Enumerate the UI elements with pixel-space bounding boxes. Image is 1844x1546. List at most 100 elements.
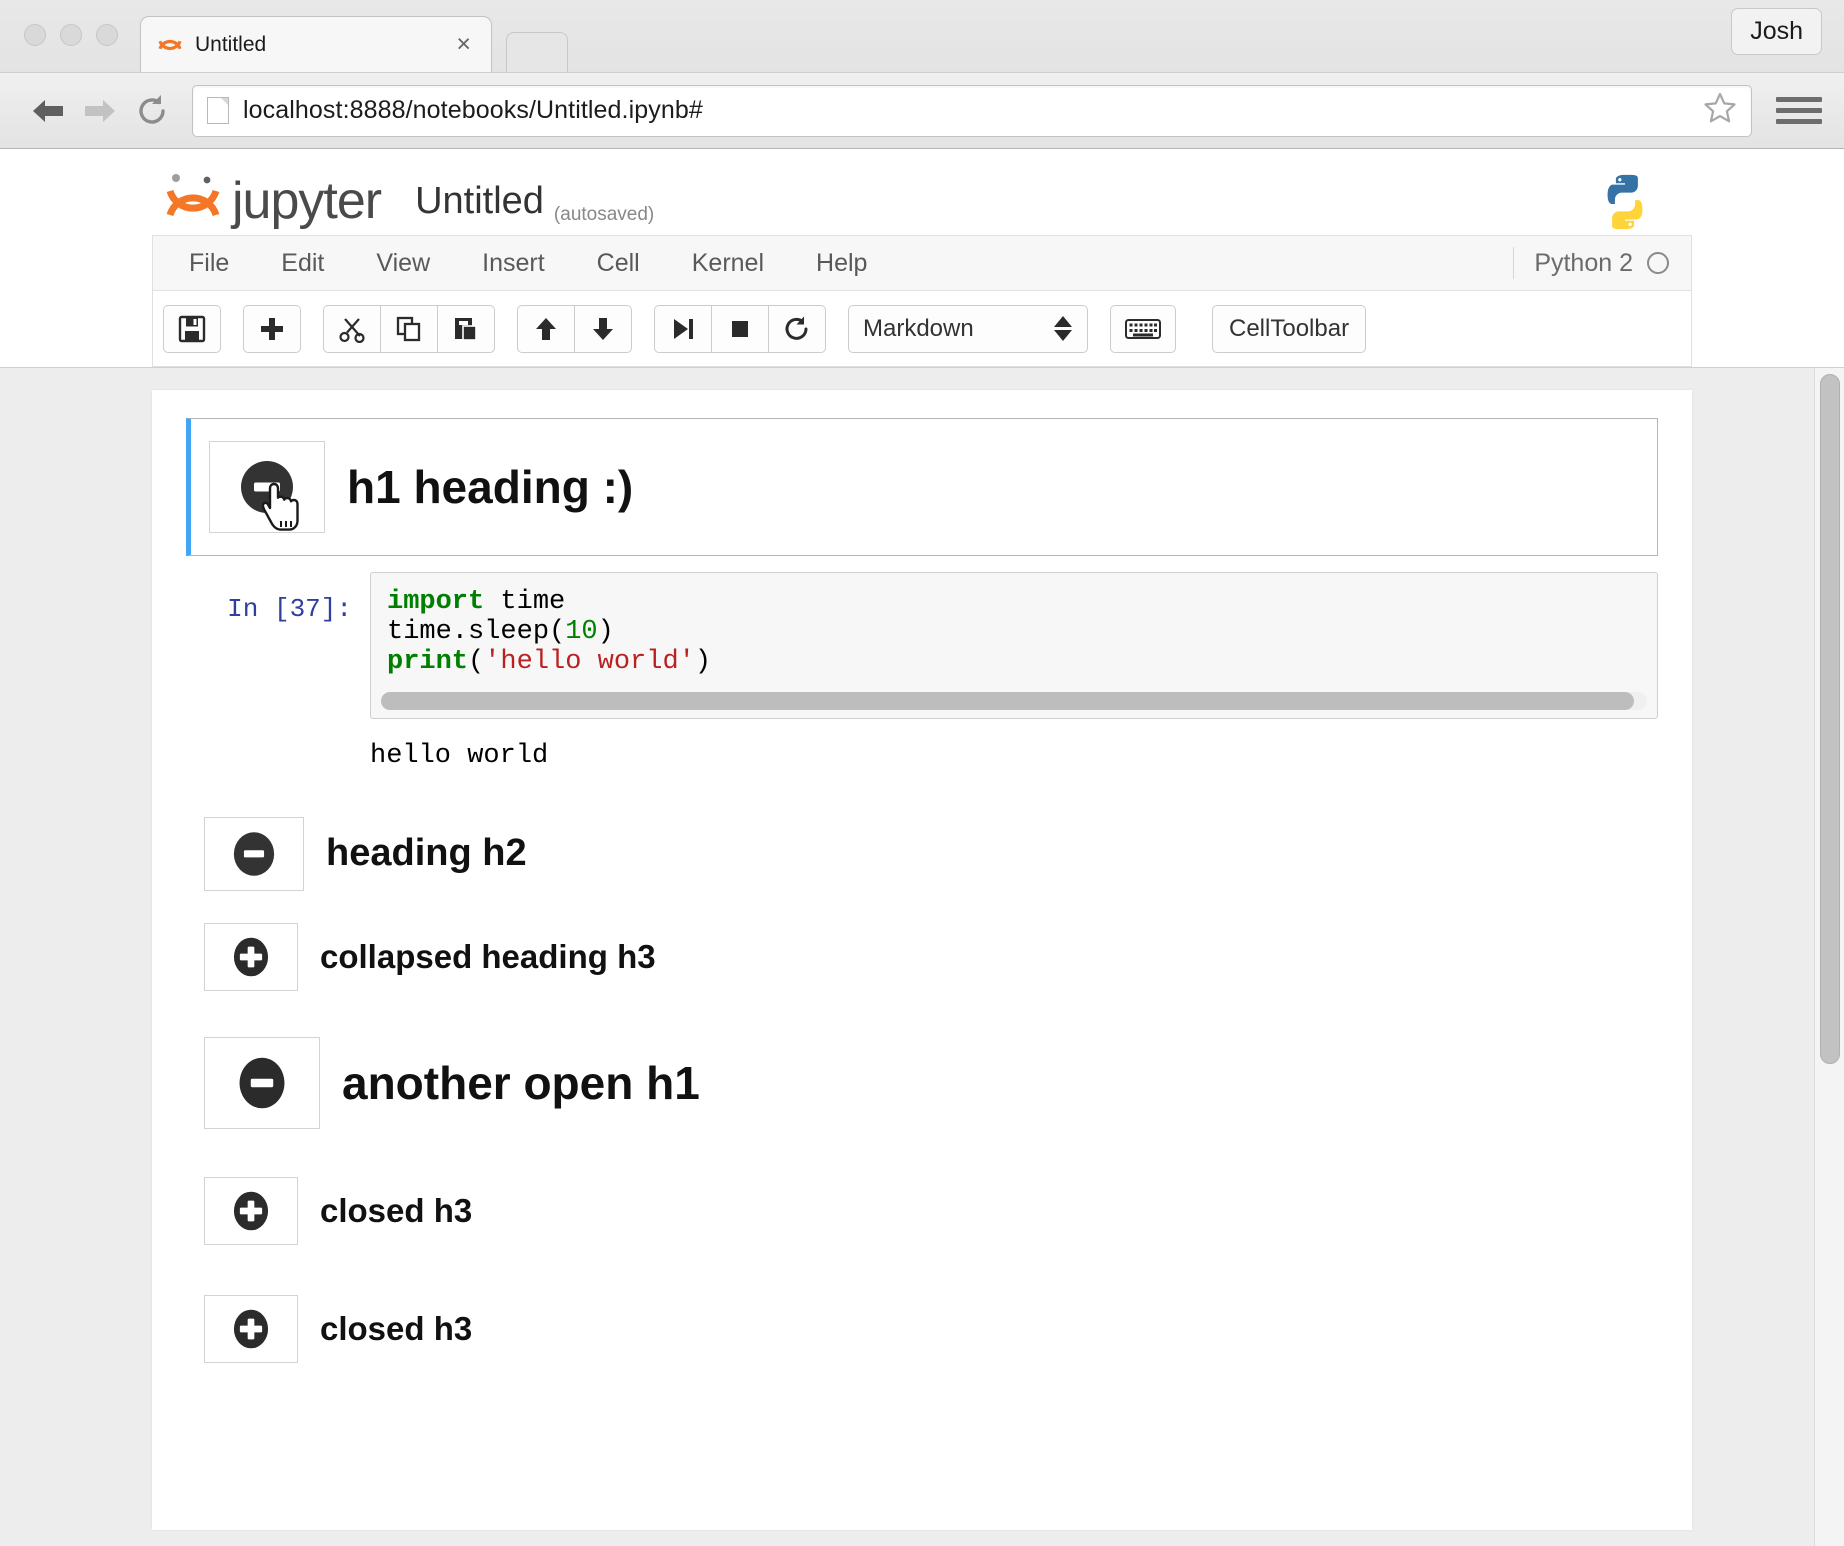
notebook-cell-heading-h3-closed-2[interactable]: closed h3	[186, 1283, 1658, 1375]
menu-item-cell[interactable]: Cell	[571, 236, 666, 290]
add-cell-button[interactable]	[243, 304, 301, 353]
vertical-scrollbar[interactable]	[1820, 374, 1840, 1064]
code-horizontal-scrollbar-thumb[interactable]	[381, 691, 1635, 710]
heading-text: collapsed heading h3	[320, 937, 656, 975]
toolbar-group-keyboard	[1110, 304, 1176, 353]
cell-type-select[interactable]: Markdown	[848, 304, 1088, 353]
copy-icon	[396, 316, 421, 341]
kernel-idle-circle-icon[interactable]	[1647, 252, 1669, 274]
copy-cell-button[interactable]	[380, 304, 438, 353]
notebook-cell-heading-h1[interactable]: another open h1	[186, 1025, 1658, 1141]
move-cell-up-button[interactable]	[517, 304, 575, 353]
browser-tab-title: Untitled	[195, 32, 267, 56]
page-document-icon	[207, 97, 229, 124]
reload-icon[interactable]	[126, 85, 178, 137]
python-logo-icon	[1594, 171, 1656, 238]
menu-item-file[interactable]: File	[163, 236, 255, 290]
kernel-indicator: Python 2	[1513, 247, 1691, 279]
cell-type-select-value: Markdown	[863, 314, 974, 342]
toolbar-group-insert	[243, 304, 301, 353]
arrow-up-icon	[536, 317, 556, 340]
notebook-cell-heading-h3-closed-1[interactable]: closed h3	[186, 1165, 1658, 1257]
window-maximize-button[interactable]	[96, 24, 118, 46]
notebook-cell-code[interactable]: In [37]: import time time.sleep(10) prin…	[186, 572, 1658, 719]
browser-tabstrip: Untitled × Josh	[0, 0, 1844, 72]
paste-cell-button[interactable]	[437, 304, 495, 353]
code-editor[interactable]: import time time.sleep(10) print('hello …	[370, 572, 1658, 719]
code-line-1: import time	[387, 587, 566, 617]
bookmark-star-icon[interactable]	[1703, 91, 1737, 130]
address-bar[interactable]: localhost:8888/notebooks/Untitled.ipynb#	[192, 84, 1752, 137]
menu-item-insert[interactable]: Insert	[456, 236, 571, 290]
notebook-name[interactable]: Untitled	[415, 180, 544, 223]
heading-text: h1 heading :)	[347, 461, 634, 513]
forward-arrow-icon[interactable]	[74, 85, 126, 137]
jupyter-menubar: File Edit View Insert Cell Kernel Help P…	[152, 235, 1692, 291]
jupyter-toolbar: Markdown CellToolbar	[152, 291, 1692, 367]
collapse-toggle-minus-icon[interactable]	[204, 816, 304, 891]
expand-toggle-plus-icon[interactable]	[204, 922, 298, 991]
profile-button[interactable]: Josh	[1731, 8, 1822, 55]
code-line-2: time.sleep(10)	[387, 617, 614, 648]
toolbar-group-move	[517, 304, 632, 353]
notebook-container: h1 heading :) In [37]: import time time.…	[152, 390, 1692, 1530]
jupyter-header: jupyter Untitled (autosaved)	[0, 149, 1844, 235]
back-arrow-icon[interactable]	[22, 85, 74, 137]
heading-text: heading h2	[326, 832, 527, 875]
code-horizontal-scrollbar[interactable]	[381, 691, 1647, 710]
jupyter-logo[interactable]: jupyter	[162, 169, 382, 233]
kernel-name-label: Python 2	[1534, 248, 1633, 277]
notebook-save-state: (autosaved)	[553, 204, 655, 225]
add-cell-icon	[261, 317, 283, 340]
code-line-3: print('hello world')	[387, 647, 712, 678]
toolbar-group-clipboard	[323, 304, 495, 353]
browser-tab-untitled[interactable]: Untitled ×	[140, 16, 492, 72]
restart-icon	[785, 316, 808, 340]
keyboard-icon	[1125, 318, 1161, 339]
notebook-cell-heading-h1-selected[interactable]: h1 heading :)	[186, 418, 1658, 556]
save-button[interactable]	[163, 304, 221, 353]
arrow-down-icon	[593, 317, 613, 340]
jupyter-logo-text: jupyter	[232, 172, 382, 230]
heading-text: closed h3	[320, 1191, 473, 1229]
browser-navbar: localhost:8888/notebooks/Untitled.ipynb#	[0, 72, 1844, 148]
spinner-arrows-icon	[1053, 316, 1073, 341]
heading-text: another open h1	[342, 1056, 700, 1109]
address-bar-url: localhost:8888/notebooks/Untitled.ipynb#	[243, 96, 703, 124]
tabs-area: Untitled ×	[140, 16, 568, 72]
notebook-cell-heading-h2[interactable]: heading h2	[186, 805, 1658, 903]
expand-toggle-plus-icon[interactable]	[204, 1294, 298, 1363]
collapse-toggle-minus-icon[interactable]	[204, 1036, 320, 1129]
heading-text: closed h3	[320, 1309, 473, 1347]
menu-item-help[interactable]: Help	[790, 236, 893, 290]
jupyter-favicon-icon	[157, 32, 183, 58]
close-icon[interactable]: ×	[452, 32, 475, 57]
new-tab-button[interactable]	[506, 32, 568, 72]
expand-toggle-plus-icon[interactable]	[204, 1176, 298, 1245]
run-icon	[674, 318, 693, 339]
hamburger-menu-icon[interactable]	[1776, 97, 1822, 124]
save-icon	[178, 315, 206, 342]
menu-item-kernel[interactable]: Kernel	[666, 236, 790, 290]
collapse-toggle-minus-icon[interactable]	[209, 441, 325, 533]
menu-item-view[interactable]: View	[350, 236, 456, 290]
notebook-scroll-region: h1 heading :) In [37]: import time time.…	[0, 367, 1844, 1546]
code-output-text: hello world	[370, 740, 549, 771]
keyboard-shortcuts-button[interactable]	[1110, 304, 1176, 353]
move-cell-down-button[interactable]	[574, 304, 632, 353]
notebook-cell-heading-h3-collapsed[interactable]: collapsed heading h3	[186, 911, 1658, 1003]
toolbar-group-save	[163, 304, 221, 353]
cut-cell-button[interactable]	[323, 304, 381, 353]
interrupt-kernel-button[interactable]	[711, 304, 769, 353]
browser-chrome: Untitled × Josh localhost:8888/notebooks…	[0, 0, 1844, 149]
menu-item-edit[interactable]: Edit	[255, 236, 350, 290]
toolbar-group-run	[654, 304, 826, 353]
restart-kernel-button[interactable]	[768, 304, 826, 353]
paste-icon	[455, 317, 477, 341]
window-close-button[interactable]	[24, 24, 46, 46]
window-minimize-button[interactable]	[60, 24, 82, 46]
window-traffic-lights[interactable]	[24, 24, 118, 46]
run-cell-button[interactable]	[654, 304, 712, 353]
code-input-prompt: In [37]:	[227, 594, 352, 624]
cell-toolbar-button[interactable]: CellToolbar	[1212, 304, 1367, 353]
